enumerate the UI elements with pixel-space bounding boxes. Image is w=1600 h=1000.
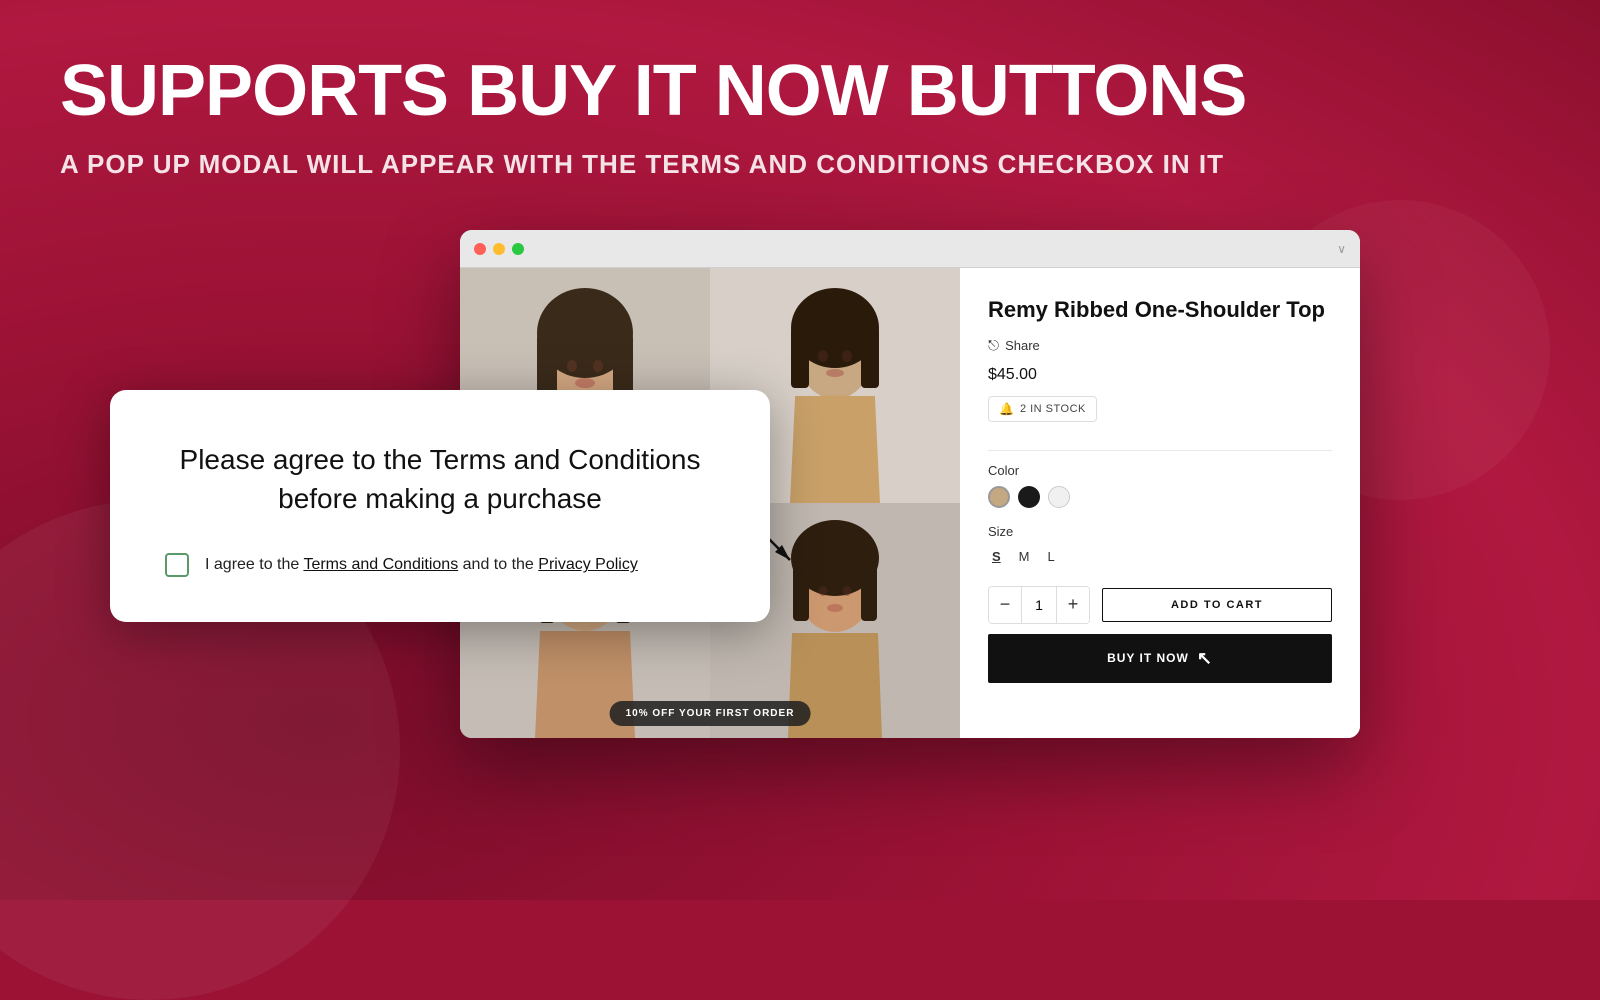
- promo-text: 10% OFF YOUR FIRST ORDER: [626, 708, 795, 719]
- share-row: ⎋ Share: [988, 337, 1332, 354]
- quantity-decrease[interactable]: −: [989, 587, 1021, 623]
- browser-bar: ∨: [460, 230, 1360, 268]
- bell-icon: 🔔: [999, 402, 1014, 416]
- buy-now-button[interactable]: BUY IT NOW ↖: [988, 634, 1332, 683]
- stock-text: 2 IN STOCK: [1020, 403, 1086, 415]
- size-options: S M L: [988, 547, 1332, 566]
- quantity-increase[interactable]: +: [1057, 587, 1089, 623]
- share-label[interactable]: Share: [1005, 338, 1040, 353]
- dot-red: [474, 243, 486, 255]
- modal-checkbox-label: I agree to the Terms and Conditions and …: [205, 556, 638, 574]
- color-swatch-tan[interactable]: [988, 486, 1010, 508]
- color-swatch-black[interactable]: [1018, 486, 1040, 508]
- size-l[interactable]: L: [1044, 547, 1059, 566]
- quantity-row: − 1 + ADD TO CART: [988, 586, 1332, 624]
- cursor-icon: ↖: [1197, 648, 1213, 669]
- dot-yellow: [493, 243, 505, 255]
- dot-green: [512, 243, 524, 255]
- modal-checkbox-row: I agree to the Terms and Conditions and …: [165, 553, 715, 577]
- terms-checkbox[interactable]: [165, 553, 189, 577]
- color-swatches: [988, 486, 1332, 508]
- size-s[interactable]: S: [988, 547, 1005, 566]
- quantity-control: − 1 +: [988, 586, 1090, 624]
- promo-bar: 10% OFF YOUR FIRST ORDER: [610, 701, 811, 726]
- product-title: Remy Ribbed One-Shoulder Top: [988, 296, 1332, 325]
- divider-1: [988, 450, 1332, 451]
- color-label: Color: [988, 463, 1332, 478]
- checkbox-prefix: I agree to the: [205, 556, 303, 573]
- headline: SUPPORTS BUY IT NOW BUTTONS: [60, 55, 1540, 127]
- quantity-value: 1: [1021, 587, 1057, 623]
- checkbox-middle: and to the: [458, 556, 538, 573]
- size-label: Size: [988, 524, 1332, 539]
- product-price: $45.00: [988, 366, 1332, 384]
- add-to-cart-button[interactable]: ADD TO CART: [1102, 588, 1332, 622]
- size-m[interactable]: M: [1015, 547, 1034, 566]
- main-content: SUPPORTS BUY IT NOW BUTTONS A POP UP MOD…: [0, 0, 1600, 180]
- subheadline: A POP UP MODAL WILL APPEAR WITH THE TERM…: [60, 149, 1540, 180]
- terms-modal: Please agree to the Terms and Conditions…: [110, 390, 770, 622]
- buy-now-label: BUY IT NOW: [1107, 651, 1189, 665]
- color-swatch-white[interactable]: [1048, 486, 1070, 508]
- privacy-link[interactable]: Privacy Policy: [538, 556, 638, 573]
- terms-link[interactable]: Terms and Conditions: [303, 556, 458, 573]
- browser-chevron: ∨: [1337, 242, 1346, 256]
- stock-badge: 🔔 2 IN STOCK: [988, 396, 1097, 422]
- share-icon: ⎋: [988, 337, 999, 354]
- modal-message: Please agree to the Terms and Conditions…: [165, 440, 715, 518]
- product-details-panel: Remy Ribbed One-Shoulder Top ⎋ Share $45…: [960, 268, 1360, 738]
